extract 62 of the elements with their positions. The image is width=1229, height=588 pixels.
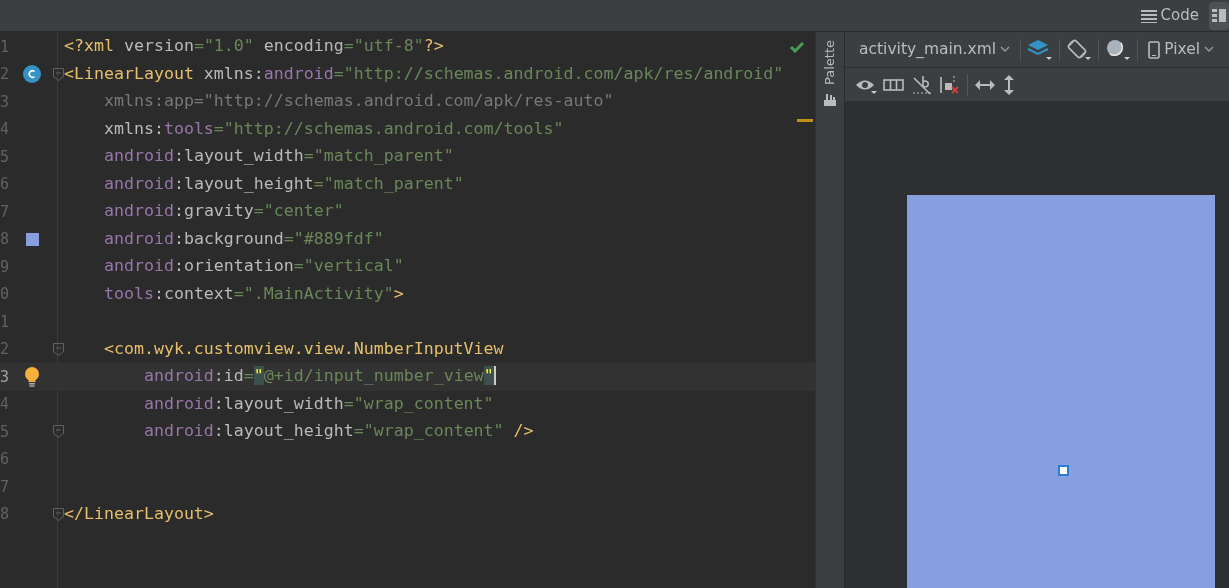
line-number: 3 bbox=[0, 366, 11, 388]
fold-marker-icon[interactable] bbox=[52, 67, 64, 81]
line-number: 2 bbox=[0, 339, 11, 360]
line-number: 7 bbox=[0, 201, 11, 223]
chevron-down-icon bbox=[1000, 46, 1011, 53]
code-line: <?xml version="1.0" encoding="utf-8"?> bbox=[64, 35, 444, 58]
phone-icon bbox=[1148, 40, 1161, 59]
line-number: 5 bbox=[0, 146, 11, 168]
code-line: xmlns:app="http://schemas.android.com/apk/res-auto" bbox=[102, 90, 614, 113]
color-swatch-icon[interactable] bbox=[25, 232, 39, 246]
line-number: 4 bbox=[0, 394, 11, 415]
palette-tab[interactable]: Palette bbox=[820, 40, 840, 86]
code-line: android:layout_height="match_parent" bbox=[102, 172, 464, 195]
line-number: 3 bbox=[0, 91, 11, 113]
clear-constraints-icon[interactable] bbox=[939, 74, 961, 95]
palette-icon bbox=[823, 93, 837, 108]
line-number: 6 bbox=[0, 174, 11, 195]
line-number: 9 bbox=[0, 256, 11, 278]
code-line: android:gravity="center" bbox=[102, 200, 344, 223]
split-view-icon bbox=[1212, 7, 1226, 24]
line-number: 5 bbox=[0, 421, 11, 443]
line-number: 2 bbox=[0, 64, 11, 85]
list-icon bbox=[1140, 8, 1157, 23]
line-number: 1 bbox=[0, 36, 11, 58]
magic-constraints-off-icon[interactable] bbox=[911, 74, 933, 95]
fold-marker-icon[interactable] bbox=[52, 507, 64, 521]
warning-marker[interactable] bbox=[797, 119, 813, 122]
checkmark-icon bbox=[790, 41, 804, 53]
code-line: android:background="#889fdf" bbox=[102, 227, 384, 250]
code-line: </LinearLayout> bbox=[64, 502, 214, 525]
line-number: 6 bbox=[0, 449, 11, 470]
code-line: <com.wyk.customview.view.NumberInputView bbox=[102, 337, 504, 360]
lightbulb-icon[interactable] bbox=[24, 366, 40, 387]
device-dropdown[interactable]: Pixel bbox=[1144, 35, 1218, 64]
fold-marker-icon[interactable] bbox=[52, 342, 64, 356]
theme-icon[interactable] bbox=[1105, 37, 1132, 62]
vertical-arrows-icon[interactable] bbox=[1002, 73, 1016, 96]
chevron-down-icon bbox=[1204, 46, 1214, 53]
code-line: android:id="@+id/input_number_view" bbox=[142, 365, 496, 388]
selection-handle[interactable] bbox=[1058, 465, 1069, 476]
code-view-button[interactable]: Code bbox=[1134, 1, 1205, 30]
line-number: 1 bbox=[0, 311, 11, 333]
line-number: 4 bbox=[0, 119, 11, 140]
code-line: android:layout_width="wrap_content" bbox=[142, 392, 494, 415]
code-line: xmlns:tools="http://schemas.android.com/tools" bbox=[102, 117, 564, 140]
line-number: 8 bbox=[0, 504, 11, 525]
code-line: android:layout_height="wrap_content" /> bbox=[142, 420, 534, 443]
file-dropdown[interactable]: activity_main.xml bbox=[855, 35, 1015, 64]
code-line: android:layout_width="match_parent" bbox=[102, 145, 454, 168]
code-line: <LinearLayout xmlns:android="http://schemas.android.com/apk/res/android" bbox=[64, 62, 784, 85]
columns-icon[interactable] bbox=[883, 77, 905, 92]
fold-marker-icon[interactable] bbox=[52, 425, 64, 439]
class-icon[interactable] bbox=[23, 65, 41, 84]
line-number: 0 bbox=[0, 284, 11, 305]
line-number: 7 bbox=[0, 476, 11, 498]
code-line: tools:context=".MainActivity"> bbox=[102, 282, 404, 305]
code-line: android:orientation="vertical" bbox=[102, 255, 404, 278]
split-view-button[interactable] bbox=[1209, 1, 1229, 30]
layers-icon[interactable] bbox=[1027, 37, 1054, 62]
line-number: 8 bbox=[0, 229, 11, 250]
horizontal-arrows-icon[interactable] bbox=[974, 77, 996, 92]
rotate-device-icon[interactable] bbox=[1066, 37, 1093, 62]
